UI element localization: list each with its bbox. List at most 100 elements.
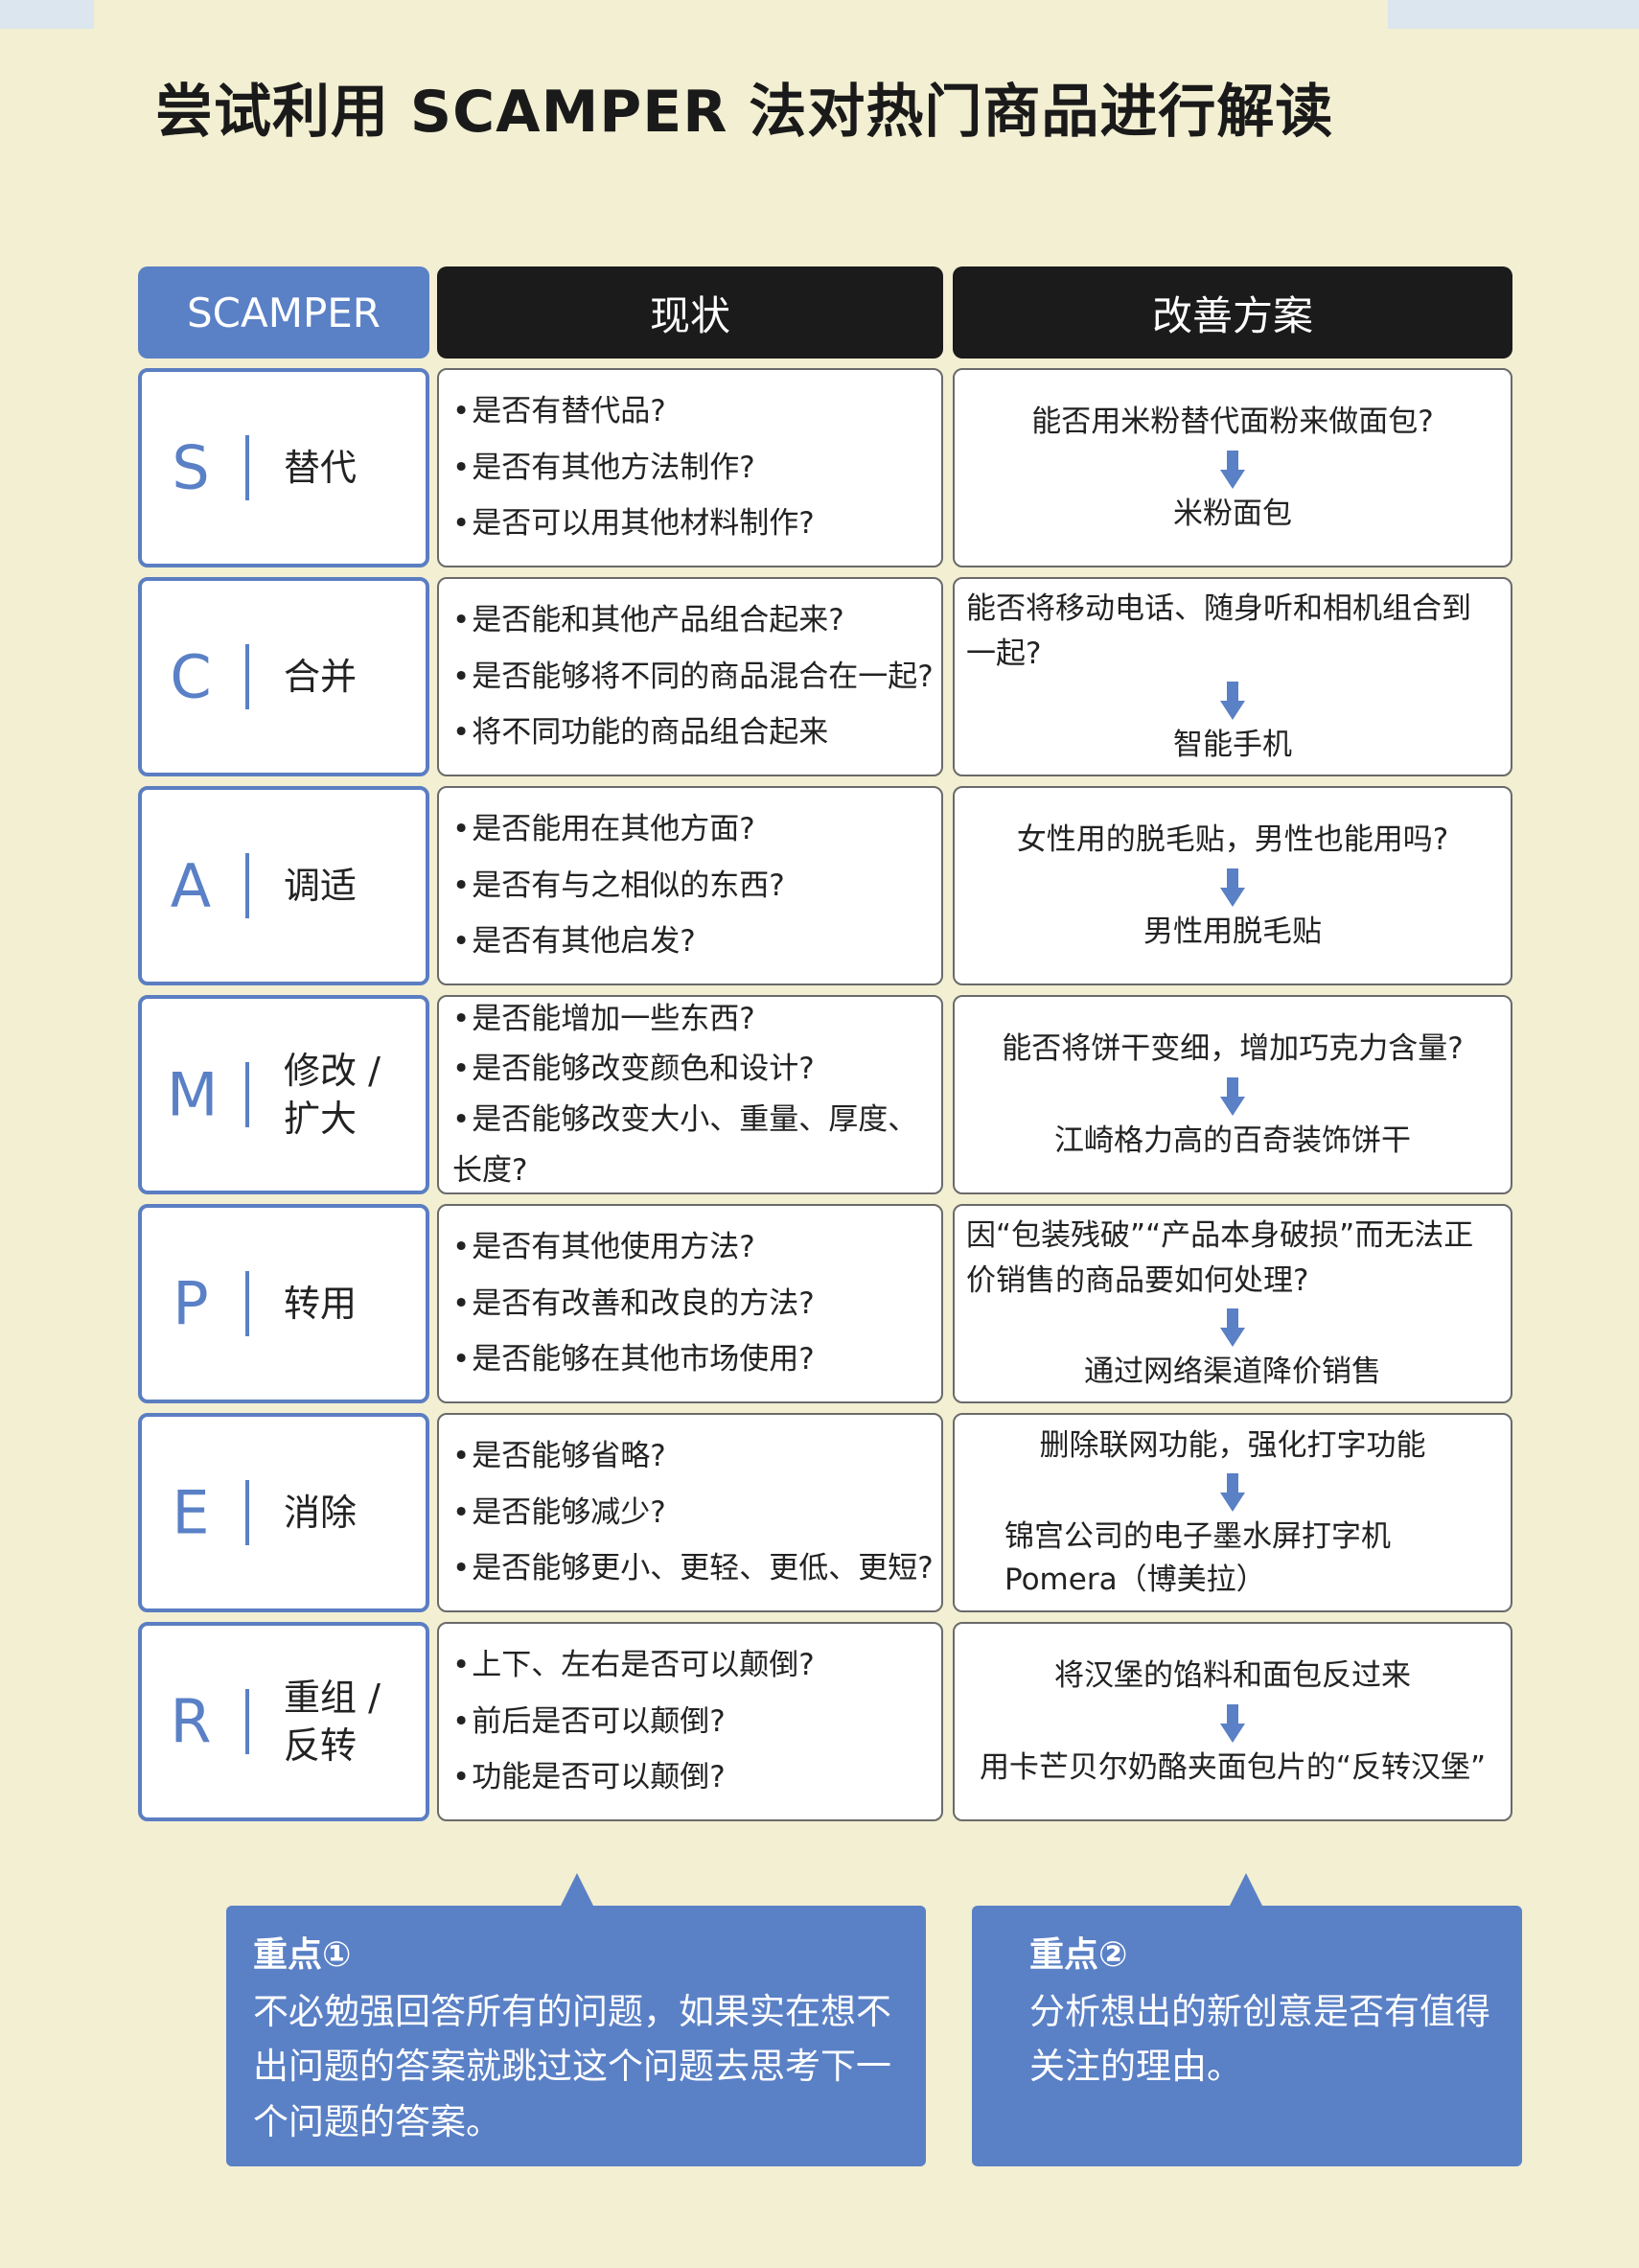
status-item: 是否能够减少? — [452, 1485, 934, 1541]
arrow-down-icon — [1220, 682, 1245, 721]
improvement-answer: 男性用脱毛贴 — [1143, 914, 1322, 949]
status-item: 是否有与之相似的东西? — [452, 858, 934, 914]
note-text: 不必勉强回答所有的问题，如果实在想不出问题的答案就跳过这个问题去思考下一个问题的… — [253, 1991, 891, 2142]
improvement-cell: 女性用的脱毛贴，男性也能用吗? 男性用脱毛贴 — [953, 786, 1512, 985]
scamper-table: SCAMPER 现状 改善方案 S 替代 是否有替代品? 是否有其他方法制作? … — [138, 266, 1512, 1831]
status-item: 是否可以用其他材料制作? — [452, 496, 934, 552]
method-name: 消除 — [284, 1491, 358, 1534]
table-row: C 合并 是否能和其他产品组合起来? 是否能够将不同的商品混合在一起? 将不同功… — [138, 577, 1512, 776]
status-item: 是否能够更小、更轻、更低、更短? — [452, 1540, 934, 1597]
header-improvement: 改善方案 — [953, 266, 1512, 359]
table-row: A 调适 是否能用在其他方面? 是否有与之相似的东西? 是否有其他启发? 女性用… — [138, 786, 1512, 985]
method-name: 合并 — [284, 655, 358, 698]
method-letter: E — [172, 1477, 210, 1548]
status-cell: 是否有其他使用方法? 是否有改善和改良的方法? 是否能够在其他市场使用? — [437, 1204, 943, 1403]
improvement-answer: 米粉面包 — [1173, 496, 1292, 531]
header-status: 现状 — [437, 266, 943, 359]
method-letter: C — [170, 641, 212, 712]
method-cell: M 修改 / 扩大 — [138, 995, 429, 1194]
corner-decoration-right — [1388, 0, 1639, 29]
status-item: 是否能够改变大小、重量、厚度、长度? — [452, 1095, 934, 1195]
table-row: S 替代 是否有替代品? 是否有其他方法制作? 是否可以用其他材料制作? 能否用… — [138, 368, 1512, 567]
method-letter: R — [170, 1686, 212, 1757]
callout-pointer — [560, 1873, 594, 1908]
method-cell: P 转用 — [138, 1204, 429, 1403]
improvement-question: 女性用的脱毛贴，男性也能用吗? — [1016, 822, 1449, 858]
status-item: 是否有改善和改良的方法? — [452, 1276, 934, 1332]
improvement-question: 能否将移动电话、随身听和相机组合到一起? — [966, 591, 1471, 671]
divider — [245, 644, 249, 709]
status-item: 是否有替代品? — [452, 383, 934, 440]
table-row: E 消除 是否能够省略? 是否能够减少? 是否能够更小、更轻、更低、更短? 删除… — [138, 1413, 1512, 1612]
arrow-down-icon — [1220, 1703, 1245, 1743]
method-name: 重组 / 反转 — [284, 1676, 381, 1767]
status-item: 是否有其他方法制作? — [452, 440, 934, 497]
status-item: 是否有其他启发? — [452, 914, 934, 970]
method-cell: E 消除 — [138, 1413, 429, 1612]
status-item: 是否能够改变颜色和设计? — [452, 1044, 934, 1095]
improvement-answer: 通过网络渠道降价销售 — [1084, 1354, 1381, 1390]
status-item: 功能是否可以颠倒? — [452, 1749, 934, 1806]
improvement-cell: 能否用米粉替代面粉来做面包? 米粉面包 — [953, 368, 1512, 567]
status-cell: 是否有替代品? 是否有其他方法制作? 是否可以用其他材料制作? — [437, 368, 943, 567]
status-cell: 是否能增加一些东西? 是否能够改变颜色和设计? 是否能够改变大小、重量、厚度、长… — [437, 995, 943, 1194]
status-item: 是否有其他使用方法? — [452, 1219, 934, 1276]
callout-pointer — [1229, 1873, 1263, 1908]
divider — [245, 1062, 249, 1127]
method-name: 修改 / 扩大 — [284, 1049, 381, 1140]
page-title: 尝试利用 SCAMPER 法对热门商品进行解读 — [155, 79, 1334, 147]
method-cell: A 调适 — [138, 786, 429, 985]
table-header: SCAMPER 现状 改善方案 — [138, 266, 1512, 359]
table-row: M 修改 / 扩大 是否能增加一些东西? 是否能够改变颜色和设计? 是否能够改变… — [138, 995, 1512, 1194]
method-cell: S 替代 — [138, 368, 429, 567]
status-cell: 是否能用在其他方面? 是否有与之相似的东西? 是否有其他启发? — [437, 786, 943, 985]
improvement-answer: 锦宫公司的电子墨水屏打字机 Pomera（博美拉） — [1004, 1519, 1391, 1598]
header-scamper: SCAMPER — [138, 266, 429, 359]
improvement-cell: 能否将饼干变细，增加巧克力含量? 江崎格力高的百奇装饰饼干 — [953, 995, 1512, 1194]
method-name: 替代 — [284, 446, 358, 489]
note-text: 分析想出的新创意是否有值得关注的理由。 — [1029, 1991, 1490, 2088]
status-item: 将不同功能的商品组合起来 — [452, 705, 934, 761]
status-cell: 是否能够省略? 是否能够减少? 是否能够更小、更轻、更低、更短? — [437, 1413, 943, 1612]
divider — [245, 1480, 249, 1545]
improvement-question: 能否将饼干变细，增加巧克力含量? — [1002, 1031, 1464, 1067]
method-name: 转用 — [284, 1282, 358, 1325]
status-cell: 是否能和其他产品组合起来? 是否能够将不同的商品混合在一起? 将不同功能的商品组… — [437, 577, 943, 776]
arrow-down-icon — [1220, 450, 1245, 489]
improvement-question: 因“包装残破”“产品本身破损”而无法正价销售的商品要如何处理? — [966, 1218, 1474, 1298]
improvement-question: 能否用米粉替代面粉来做面包? — [1031, 405, 1434, 440]
status-item: 是否能够将不同的商品混合在一起? — [452, 649, 934, 706]
divider — [245, 1271, 249, 1336]
improvement-cell: 将汉堡的馅料和面包反过来 用卡芒贝尔奶酪夹面包片的“反转汉堡” — [953, 1622, 1512, 1821]
improvement-answer: 智能手机 — [1173, 728, 1292, 763]
status-item: 是否能和其他产品组合起来? — [452, 592, 934, 649]
note-callout-2: 重点② 分析想出的新创意是否有值得关注的理由。 — [972, 1873, 1522, 2166]
divider — [245, 853, 249, 918]
status-item: 是否能用在其他方面? — [452, 801, 934, 858]
note-title: 重点① — [253, 1935, 352, 1975]
improvement-answer: 江崎格力高的百奇装饰饼干 — [1054, 1122, 1411, 1158]
method-cell: C 合并 — [138, 577, 429, 776]
status-item: 前后是否可以颠倒? — [452, 1694, 934, 1750]
improvement-question: 将汉堡的馅料和面包反过来 — [1054, 1658, 1411, 1694]
arrow-down-icon — [1220, 868, 1245, 907]
divider — [245, 435, 249, 500]
note-callout-1: 重点① 不必勉强回答所有的问题，如果实在想不出问题的答案就跳过这个问题去思考下一… — [226, 1873, 926, 2166]
arrow-down-icon — [1220, 1076, 1245, 1116]
method-cell: R 重组 / 反转 — [138, 1622, 429, 1821]
status-item: 上下、左右是否可以颠倒? — [452, 1637, 934, 1694]
method-letter: A — [170, 850, 212, 921]
method-letter: P — [173, 1268, 209, 1339]
arrow-down-icon — [1220, 1473, 1245, 1513]
note-title: 重点② — [1029, 1935, 1128, 1975]
divider — [245, 1689, 249, 1754]
status-item: 是否能够在其他市场使用? — [452, 1331, 934, 1388]
arrow-down-icon — [1220, 1308, 1245, 1348]
status-item: 是否能增加一些东西? — [452, 994, 934, 1045]
status-item: 是否能够省略? — [452, 1428, 934, 1485]
improvement-cell: 能否将移动电话、随身听和相机组合到一起? 智能手机 — [953, 577, 1512, 776]
method-letter: M — [167, 1059, 219, 1130]
method-name: 调适 — [284, 864, 358, 907]
corner-decoration-left — [0, 0, 94, 29]
table-row: R 重组 / 反转 上下、左右是否可以颠倒? 前后是否可以颠倒? 功能是否可以颠… — [138, 1622, 1512, 1821]
